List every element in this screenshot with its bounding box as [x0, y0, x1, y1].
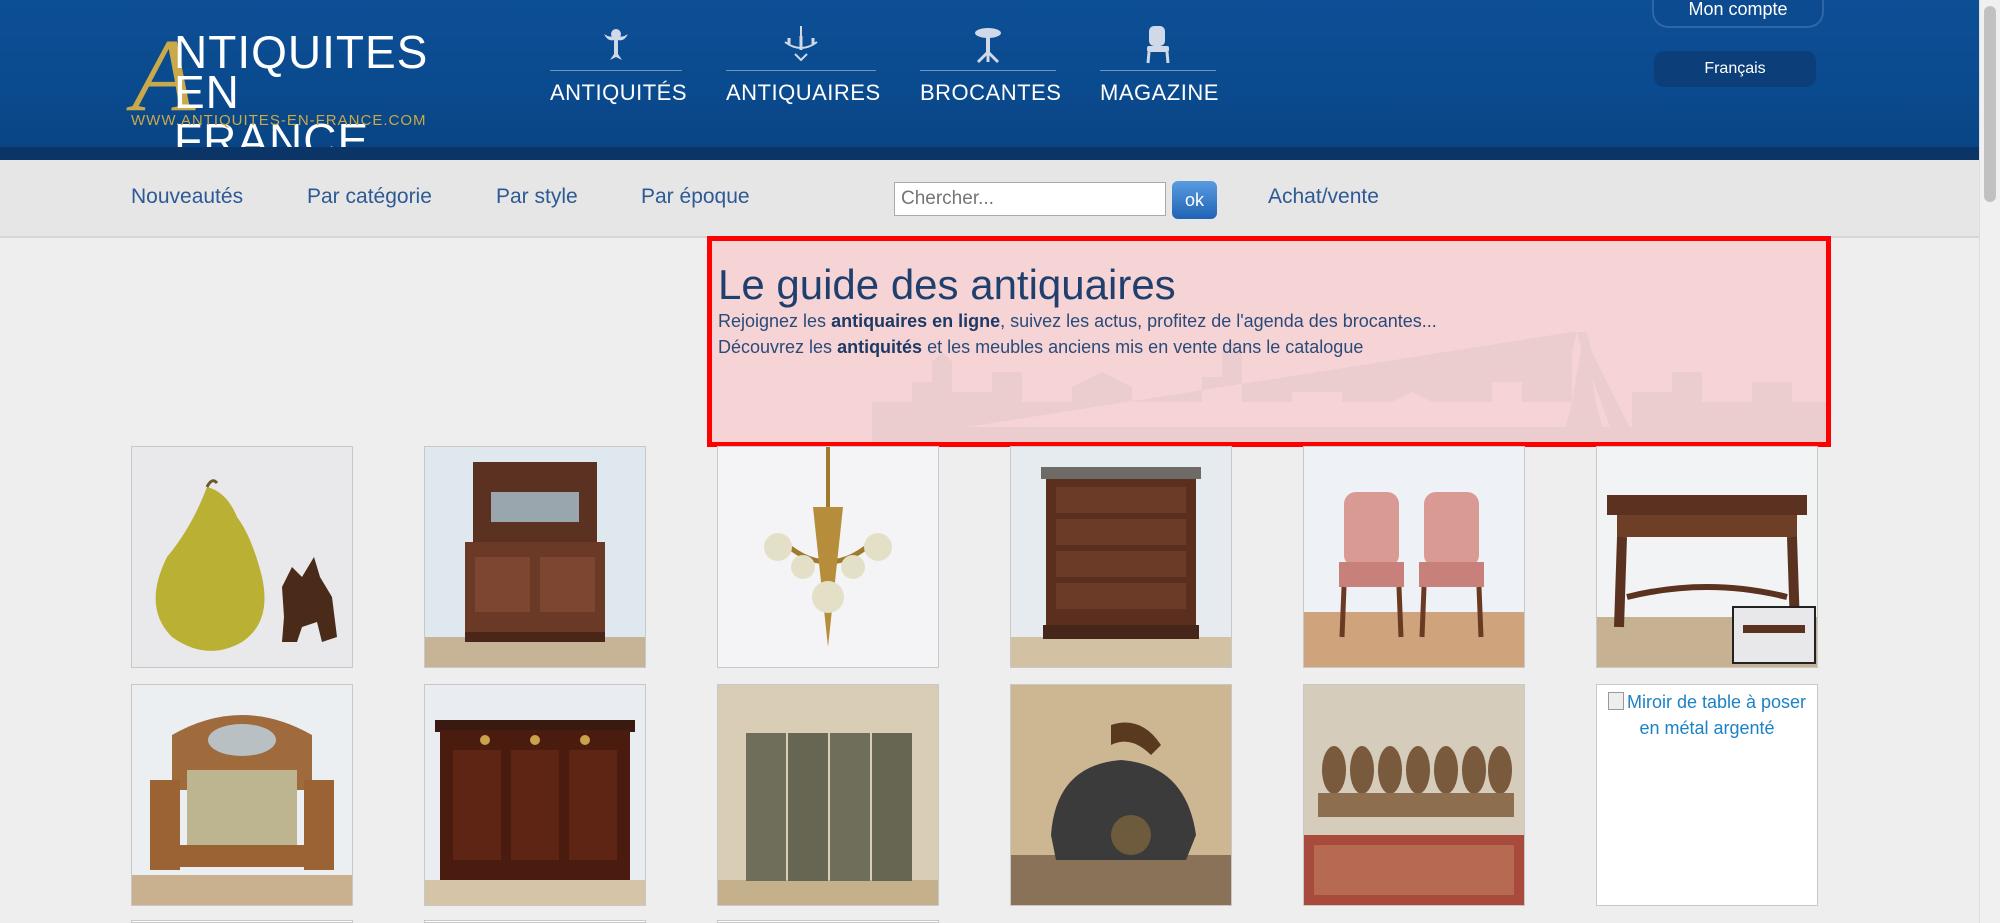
product-thumbnail[interactable] [1010, 446, 1232, 668]
product-image [1304, 447, 1524, 667]
hero-title: Le guide des antiquaires [718, 261, 1176, 308]
product-image [1597, 447, 1817, 667]
cherub-icon [604, 29, 628, 60]
broken-image-icon [1607, 692, 1624, 710]
nav-nouveautes[interactable]: Nouveautés [131, 185, 243, 209]
scrollbar-thumb[interactable] [1984, 6, 1996, 202]
nav-par-epoque[interactable]: Par époque [641, 185, 750, 209]
product-image [132, 685, 352, 905]
nav-rule [726, 70, 876, 71]
site-header: A NTIQUITES EN FRANCE WWW.ANTIQUITES-EN-… [0, 0, 1980, 165]
hero-line-1: Rejoignez les antiquaires en ligne, suiv… [718, 311, 1437, 331]
nav-antiquites[interactable]: ANTIQUITÉS [550, 20, 688, 120]
product-thumbnail[interactable] [1303, 684, 1525, 906]
nav-par-style[interactable]: Par style [496, 185, 578, 209]
product-thumbnail[interactable] [424, 446, 646, 668]
vertical-scrollbar[interactable] [1979, 0, 2000, 923]
nav-label: ANTIQUITÉS [550, 80, 688, 105]
hero-banner: Le guide des antiquaires Rejoignez les a… [707, 236, 1831, 447]
product-image [425, 447, 645, 667]
product-image [1011, 447, 1231, 667]
product-image [1011, 685, 1231, 905]
broken-image-alt-text[interactable]: Miroir de table à poser en métal argenté [1597, 685, 1817, 741]
product-thumbnail[interactable]: Miroir de table à poser en métal argenté [1596, 684, 1818, 906]
nav-rule [550, 70, 682, 71]
nav-magazine[interactable]: MAGAZINE [1100, 20, 1219, 120]
nav-label: MAGAZINE [1100, 80, 1219, 105]
product-thumbnail[interactable] [1596, 446, 1818, 668]
product-thumbnail[interactable] [131, 446, 353, 668]
nav-achat-vente[interactable]: Achat/vente [1268, 185, 1379, 209]
product-thumbnail[interactable] [717, 684, 939, 906]
nav-rule [1100, 70, 1216, 71]
side-table-icon [975, 28, 1001, 64]
link-antiquites[interactable]: antiquités [837, 337, 922, 357]
product-thumbnail[interactable] [131, 684, 353, 906]
chandelier-icon [784, 26, 818, 62]
language-button[interactable]: Français [1654, 51, 1816, 87]
product-thumbnail[interactable] [1010, 684, 1232, 906]
nav-par-categorie[interactable]: Par catégorie [307, 185, 432, 209]
nav-rule [920, 70, 1056, 71]
account-link[interactable]: Mon compte [1652, 0, 1824, 28]
product-image [425, 685, 645, 905]
nav-label: ANTIQUAIRES [726, 80, 881, 105]
product-image [718, 447, 938, 667]
link-antiquaires-en-ligne[interactable]: antiquaires en ligne [831, 311, 1000, 331]
secondary-nav: Nouveautés Par catégorie Par style Par é… [0, 160, 1980, 238]
nav-antiquaires[interactable]: ANTIQUAIRES [726, 20, 881, 120]
product-thumbnail[interactable] [717, 446, 939, 668]
product-thumbnail[interactable] [1303, 446, 1525, 668]
product-image [132, 447, 352, 667]
nav-brocantes[interactable]: BROCANTES [920, 20, 1062, 120]
site-logo[interactable]: A NTIQUITES EN FRANCE WWW.ANTIQUITES-EN-… [130, 24, 440, 165]
search-ok-button[interactable]: ok [1172, 181, 1217, 219]
product-image [1304, 685, 1524, 905]
nav-label: BROCANTES [920, 80, 1062, 105]
chair-icon [1146, 26, 1170, 64]
hero-line-2: Découvrez les antiquités et les meubles … [718, 337, 1364, 357]
product-thumbnail[interactable] [424, 684, 646, 906]
search-input[interactable] [894, 182, 1166, 216]
logo-url: WWW.ANTIQUITES-EN-FRANCE.COM [131, 112, 427, 129]
header-stripe [0, 147, 1980, 160]
product-image [718, 685, 938, 905]
